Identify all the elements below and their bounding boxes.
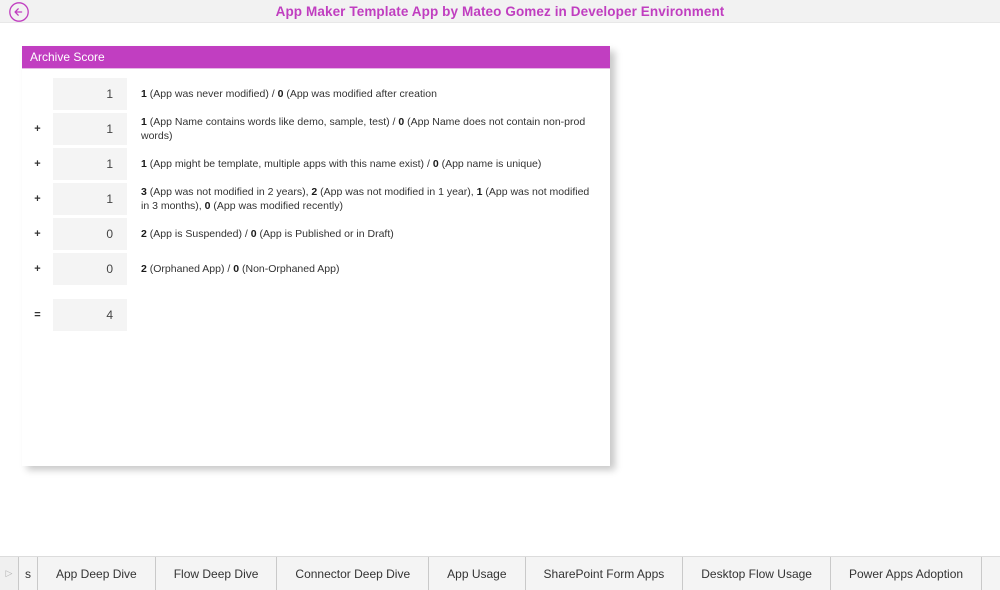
score-total-row: =4: [22, 299, 610, 331]
archive-score-card: Archive Score 11 (App was never modified…: [22, 46, 610, 465]
score-row: +02 (Orphaned App) / 0 (Non-Orphaned App…: [22, 253, 610, 285]
tab-list: App Deep DiveFlow Deep DiveConnector Dee…: [37, 557, 1000, 590]
score-row-value: 0: [53, 253, 127, 285]
tab-power-platform-yoy-ad[interactable]: Power Platform YoY Ad: [981, 557, 1000, 590]
score-row-description: [127, 299, 610, 331]
score-row-operator: +: [22, 148, 53, 180]
score-row-description: 1 (App might be template, multiple apps …: [127, 148, 610, 180]
score-row: +11 (App Name contains words like demo, …: [22, 113, 610, 145]
score-row-description: 1 (App was never modified) / 0 (App was …: [127, 78, 610, 110]
score-row-operator: [22, 78, 53, 110]
score-row-value: 1: [53, 113, 127, 145]
score-row-operator: +: [22, 113, 53, 145]
score-row-description: 2 (Orphaned App) / 0 (Non-Orphaned App): [127, 253, 610, 285]
tab-power-apps-adoption[interactable]: Power Apps Adoption: [830, 557, 982, 590]
report-tab-bar[interactable]: ▷ s App Deep DiveFlow Deep DiveConnector…: [0, 556, 1000, 590]
score-row-operator: +: [22, 183, 53, 215]
tab-app-deep-dive[interactable]: App Deep Dive: [37, 557, 156, 590]
tab-sharepoint-form-apps[interactable]: SharePoint Form Apps: [525, 557, 684, 590]
score-row-description: 2 (App is Suspended) / 0 (App is Publish…: [127, 218, 610, 250]
tab-desktop-flow-usage[interactable]: Desktop Flow Usage: [682, 557, 831, 590]
score-row-value: 1: [53, 78, 127, 110]
score-row-description: 1 (App Name contains words like demo, sa…: [127, 113, 610, 145]
score-row-description: 3 (App was not modified in 2 years), 2 (…: [127, 183, 610, 215]
tab-flow-deep-dive[interactable]: Flow Deep Dive: [155, 557, 278, 590]
archive-score-table-body: 11 (App was never modified) / 0 (App was…: [22, 78, 610, 331]
card-header: Archive Score: [22, 46, 610, 69]
top-header-bar: App Maker Template App by Mateo Gomez in…: [0, 0, 1000, 23]
row-spacer: [22, 285, 610, 299]
score-row-operator: =: [22, 299, 53, 331]
tab-partial-previous[interactable]: s: [18, 557, 38, 590]
score-row-operator: +: [22, 253, 53, 285]
score-row-value: 1: [53, 183, 127, 215]
card-body: 11 (App was never modified) / 0 (App was…: [22, 69, 610, 466]
score-total-value: 4: [53, 299, 127, 331]
score-row-value: 1: [53, 148, 127, 180]
archive-score-table: 11 (App was never modified) / 0 (App was…: [22, 78, 610, 331]
page-title: App Maker Template App by Mateo Gomez in…: [0, 0, 1000, 23]
tab-connector-deep-dive[interactable]: Connector Deep Dive: [276, 557, 429, 590]
card-title: Archive Score: [30, 46, 105, 68]
score-row: +02 (App is Suspended) / 0 (App is Publi…: [22, 218, 610, 250]
score-row: +11 (App might be template, multiple app…: [22, 148, 610, 180]
score-row: 11 (App was never modified) / 0 (App was…: [22, 78, 610, 110]
score-row: +13 (App was not modified in 2 years), 2…: [22, 183, 610, 215]
tab-app-usage[interactable]: App Usage: [428, 557, 525, 590]
score-row-value: 0: [53, 218, 127, 250]
score-row-operator: +: [22, 218, 53, 250]
chevron-right-icon[interactable]: ▷: [0, 557, 18, 590]
